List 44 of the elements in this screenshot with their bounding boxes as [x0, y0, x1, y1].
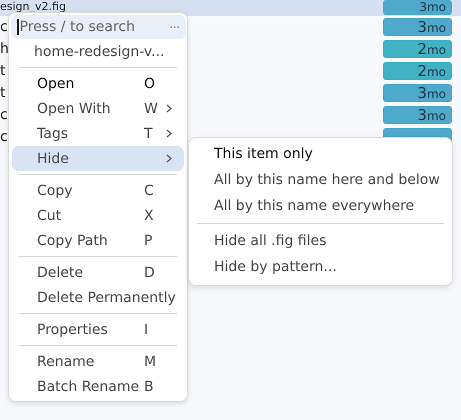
file-title: home-redesign-v...: [33, 42, 166, 62]
shortcut-key: P: [144, 232, 166, 248]
shortcut-key: W: [144, 100, 166, 116]
menu-item[interactable]: Properties I: [12, 317, 184, 342]
age-badge: 3mo: [383, 106, 452, 124]
file-name: esign_v2.fig: [0, 0, 66, 13]
age-badge: 2 mo: [383, 62, 452, 80]
selected-file-row[interactable]: esign_v2.fig 3mo: [0, 0, 461, 16]
age-badge: 2 mo: [383, 40, 452, 58]
more-button[interactable]: ···: [170, 20, 180, 34]
shortcut-key: O: [144, 76, 166, 92]
file-name: c: [0, 19, 8, 35]
shortcut-key: C: [144, 182, 166, 198]
menu-item[interactable]: Cut X: [12, 203, 184, 228]
shortcut-key: B: [144, 378, 166, 394]
file-name: h: [0, 41, 9, 57]
shortcut-key: T: [144, 126, 166, 142]
shortcut-key: D: [144, 264, 166, 280]
menu-item[interactable]: Hide: [12, 146, 184, 171]
submenu-item[interactable]: Hide by pattern...: [192, 254, 449, 280]
file-name: t: [0, 63, 6, 79]
search-field[interactable]: Press / to search ···: [11, 15, 186, 39]
shortcut-key: M: [144, 354, 166, 370]
submenu-item[interactable]: All by this name everywhere: [192, 193, 449, 219]
submenu-item[interactable]: All by this name here and below: [192, 167, 449, 193]
file-name: c: [0, 107, 8, 123]
age-badge: 3mo: [383, 18, 452, 36]
age-badge: 3mo: [383, 84, 452, 102]
shortcut-key: X: [144, 208, 166, 224]
shortcut-key: I: [144, 322, 166, 338]
menu-item[interactable]: Copy C: [12, 178, 184, 203]
menu-item[interactable]: Copy Path P: [12, 228, 184, 253]
submenu-item[interactable]: Hide all .fig files: [192, 228, 449, 254]
menu-item[interactable]: Tags T: [12, 121, 184, 146]
menu-item[interactable]: Rename M: [12, 349, 184, 374]
menu-item[interactable]: Delete D: [12, 260, 184, 285]
menu-item[interactable]: Delete Permanently: [12, 285, 184, 310]
menu-item[interactable]: Open O: [12, 71, 184, 96]
age-badge: 3mo: [383, 0, 452, 15]
file-name: t: [0, 85, 6, 101]
file-name: c: [0, 129, 8, 145]
menu-item[interactable]: Batch Rename B: [12, 374, 184, 399]
menu-item[interactable]: Open With W: [12, 96, 184, 121]
submenu-item[interactable]: This item only: [192, 141, 449, 167]
